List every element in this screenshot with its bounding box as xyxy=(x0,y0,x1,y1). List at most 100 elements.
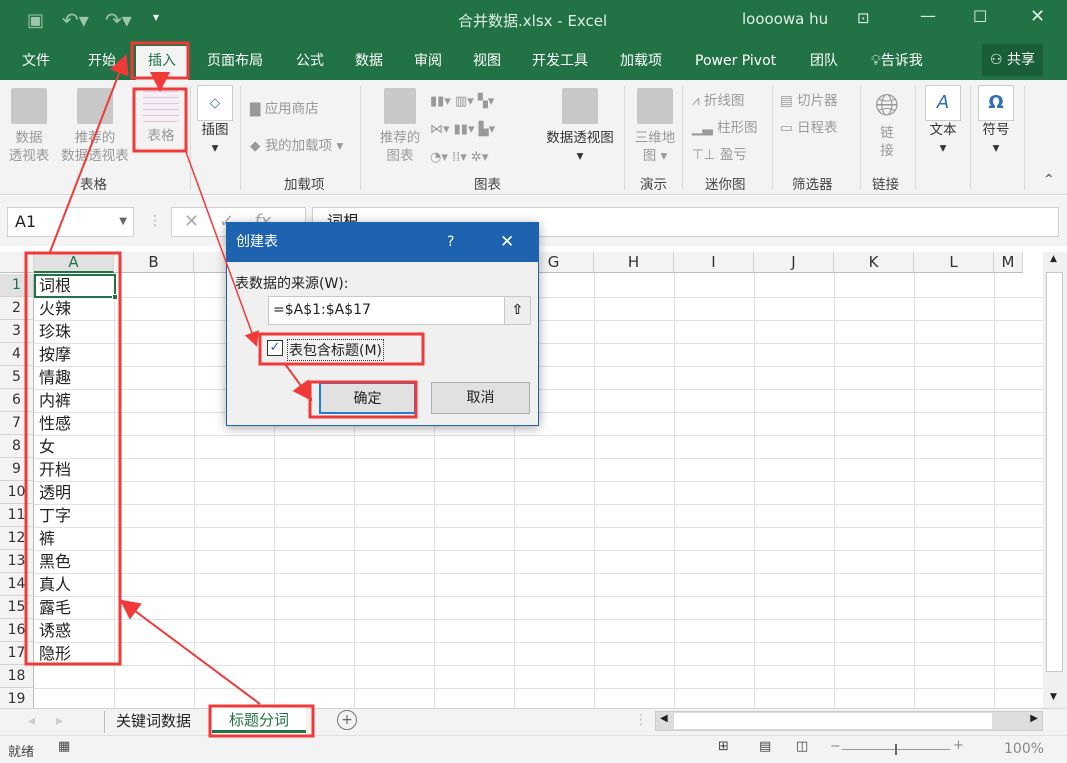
tab-file[interactable]: 文件 xyxy=(22,40,50,80)
row-header-11[interactable]: 11 xyxy=(0,504,34,527)
tell-me[interactable]: 💡︎告诉我 xyxy=(871,40,923,80)
row-header-15[interactable]: 15 xyxy=(0,596,34,619)
cell-A6[interactable]: 内裤 xyxy=(34,389,115,412)
cell-A14[interactable]: 真人 xyxy=(34,573,115,596)
row-header-17[interactable]: 17 xyxy=(0,642,34,665)
column-header-B[interactable]: B xyxy=(114,252,194,273)
chart-types-gallery[interactable]: ▮▮▾ ▥▾ ▚▾ ⋈▾ ▮▮▾ ▙▾ ◔▾ ⁞⁞▾ ✲▾ xyxy=(430,88,540,172)
tab-team[interactable]: 团队 xyxy=(810,40,838,80)
user-name[interactable]: loooowa hu xyxy=(742,10,828,28)
cell-A8[interactable]: 女 xyxy=(34,435,115,458)
cell-A17[interactable]: 隐形 xyxy=(34,642,115,665)
horizontal-scrollbar[interactable]: ◀ ▶ xyxy=(655,711,1043,731)
row-header-13[interactable]: 13 xyxy=(0,550,34,573)
fill-handle[interactable] xyxy=(112,294,118,300)
row-header-14[interactable]: 14 xyxy=(0,573,34,596)
splitter-icon[interactable]: ⋮ xyxy=(634,712,648,728)
row-header-12[interactable]: 12 xyxy=(0,527,34,550)
slicer-button[interactable]: ▤ 切片器 xyxy=(780,88,838,115)
column-header-A[interactable]: A xyxy=(34,252,114,273)
sparkline-winloss-button[interactable]: ⊤⊥ 盈亏 xyxy=(692,142,758,169)
maximize-icon[interactable]: ☐ xyxy=(973,7,987,26)
row-header-8[interactable]: 8 xyxy=(0,435,34,458)
cell-A11[interactable]: 丁字 xyxy=(34,504,115,527)
store-button[interactable]: ▇ 应用商店 xyxy=(250,100,319,118)
dialog-title-bar[interactable]: 创建表 ? ✕ xyxy=(227,223,538,262)
column-header-I[interactable]: I xyxy=(674,252,754,273)
save-icon[interactable]: ▣ xyxy=(27,10,44,31)
page-layout-view-icon[interactable]: ▤ xyxy=(759,739,771,754)
cell-A2[interactable]: 火辣 xyxy=(34,297,115,320)
cell-A10[interactable]: 透明 xyxy=(34,481,115,504)
add-sheet-icon[interactable]: + xyxy=(337,710,357,730)
cell-A7[interactable]: 性感 xyxy=(34,412,115,435)
zoom-slider[interactable] xyxy=(842,744,950,755)
ribbon-display-icon[interactable]: ⊡ xyxy=(857,9,870,27)
tab-insert[interactable]: 插入 xyxy=(136,46,188,80)
collapse-dialog-icon[interactable]: ⇧ xyxy=(504,297,530,324)
row-header-1[interactable]: 1 xyxy=(0,274,34,297)
cancel-icon[interactable]: ✕ xyxy=(184,211,199,232)
customize-qat-icon[interactable]: ▾ xyxy=(153,10,159,24)
column-header-H[interactable]: H xyxy=(594,252,674,273)
scroll-thumb[interactable] xyxy=(1046,272,1063,672)
row-header-10[interactable]: 10 xyxy=(0,481,34,504)
tab-view[interactable]: 视图 xyxy=(473,40,501,80)
my-addins-button[interactable]: ◆ 我的加载项 ▾ xyxy=(250,137,343,155)
sheet-tab-title-segmentation[interactable]: 标题分词 xyxy=(212,708,306,733)
zoom-level[interactable]: 100% xyxy=(1004,741,1044,757)
undo-icon[interactable]: ↶▾ xyxy=(62,8,89,32)
tab-power-pivot[interactable]: Power Pivot xyxy=(695,40,776,80)
table-button[interactable]: 表格 xyxy=(138,90,184,145)
column-header-L[interactable]: L xyxy=(914,252,994,273)
page-break-view-icon[interactable]: ◫ xyxy=(796,739,808,754)
collapse-ribbon-icon[interactable]: ⌃ xyxy=(1043,172,1055,188)
sparkline-line-button[interactable]: ⩘ 折线图 xyxy=(692,88,758,115)
cell-A3[interactable]: 珍珠 xyxy=(34,320,115,343)
3d-map-button[interactable]: 三维地图 ▾ xyxy=(630,88,680,165)
cell-A5[interactable]: 情趣 xyxy=(34,366,115,389)
zoom-in-icon[interactable]: + xyxy=(953,738,964,753)
macro-record-icon[interactable]: ▦ xyxy=(58,739,70,754)
has-headers-label[interactable]: 表包含标题(M) xyxy=(287,339,385,361)
has-headers-checkbox[interactable]: ✓ xyxy=(267,340,283,356)
recommended-pivot-button[interactable]: 推荐的 数据透视表 xyxy=(56,88,134,165)
symbol-button[interactable]: Ω 符号 ▾ xyxy=(975,85,1017,157)
column-header-K[interactable]: K xyxy=(834,252,914,273)
pivot-chart-button[interactable]: 数据透视图 ▾ xyxy=(542,88,618,165)
sheet-tab-keywords[interactable]: 关键词数据 xyxy=(116,710,191,731)
column-header-J[interactable]: J xyxy=(754,252,834,273)
row-header-4[interactable]: 4 xyxy=(0,343,34,366)
cancel-button[interactable]: 取消 xyxy=(431,382,530,414)
timeline-button[interactable]: ▭ 日程表 xyxy=(780,115,838,142)
prev-sheet-icon[interactable]: ◂ xyxy=(28,713,35,729)
tab-developer[interactable]: 开发工具 xyxy=(532,40,588,80)
tab-home[interactable]: 开始 xyxy=(88,40,116,80)
h-scroll-thumb[interactable] xyxy=(674,713,992,729)
zoom-out-icon[interactable]: − xyxy=(830,739,841,754)
row-header-3[interactable]: 3 xyxy=(0,320,34,343)
next-sheet-icon[interactable]: ▸ xyxy=(56,713,63,729)
text-button[interactable]: A 文本 ▾ xyxy=(922,85,964,157)
normal-view-icon[interactable]: ⊞ xyxy=(718,739,729,754)
row-header-2[interactable]: 2 xyxy=(0,297,34,320)
cell-A12[interactable]: 裤 xyxy=(34,527,115,550)
tab-page-layout[interactable]: 页面布局 xyxy=(207,40,263,80)
row-header-18[interactable]: 18 xyxy=(0,665,34,688)
name-box[interactable]: A1 ▼ xyxy=(7,207,134,237)
cell-A9[interactable]: 开档 xyxy=(34,458,115,481)
sparkline-column-button[interactable]: ▁▃ 柱形图 xyxy=(692,115,758,142)
close-icon[interactable]: ✕ xyxy=(1030,6,1045,27)
cell-A13[interactable]: 黑色 xyxy=(34,550,115,573)
minimize-icon[interactable]: — xyxy=(920,6,936,25)
share-button[interactable]: ⚇ 共享 xyxy=(982,44,1044,76)
dialog-close-icon[interactable]: ✕ xyxy=(500,223,514,262)
cell-A16[interactable]: 诱惑 xyxy=(34,619,115,642)
row-header-5[interactable]: 5 xyxy=(0,366,34,389)
drag-handle-icon[interactable]: ⋮ xyxy=(148,213,162,229)
vertical-scrollbar[interactable]: ▲ ▼ xyxy=(1043,252,1067,708)
illustrations-button[interactable]: ◇ 插图 ▾ xyxy=(195,85,235,157)
range-input[interactable]: =$A$1:$A$17 ⇧ xyxy=(268,296,531,325)
cell-A15[interactable]: 露毛 xyxy=(34,596,115,619)
redo-icon[interactable]: ↷▾ xyxy=(105,8,132,32)
